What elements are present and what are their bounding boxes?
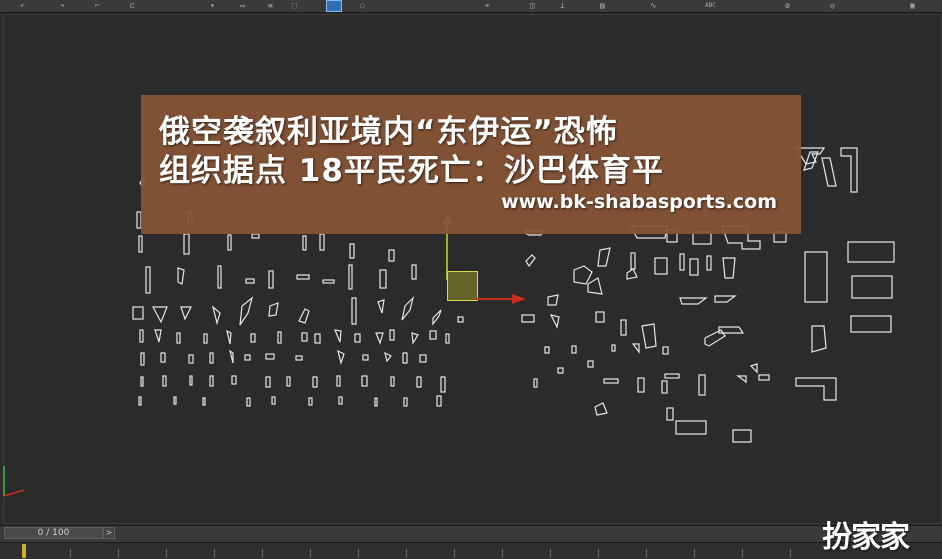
track-tick [550, 549, 551, 558]
gizmo-x-arrow-icon[interactable] [512, 294, 526, 304]
headline-line-2: 组织据点 18平民死亡：沙巴体育平 [159, 153, 664, 189]
track-tick [406, 549, 407, 558]
track-tick [742, 549, 743, 558]
track-tick [214, 549, 215, 558]
track-tick [70, 549, 71, 558]
track-tick [310, 549, 311, 558]
overlay-headline: 俄空袭叙利亚境内“东伊运”恐怖 组织据点 18平民死亡：沙巴体育平 [159, 113, 789, 191]
headline-line-1: 俄空袭叙利亚境内“东伊运”恐怖 [159, 114, 618, 150]
overlay-url: www.bk-shabasports.com [501, 191, 777, 213]
axis-tripod-icon [3, 466, 25, 497]
news-overlay-banner: 俄空袭叙利亚境内“东伊运”恐怖 组织据点 18平民死亡：沙巴体育平 www.bk… [141, 95, 801, 234]
track-tick [358, 549, 359, 558]
track-tick [646, 549, 647, 558]
track-tick [166, 549, 167, 558]
track-tick [502, 549, 503, 558]
current-frame-marker[interactable] [22, 544, 26, 558]
gizmo-x-axis[interactable] [476, 298, 514, 300]
site-watermark-logo: 扮家家 [822, 520, 910, 555]
gizmo-xy-plane-handle[interactable] [447, 271, 478, 301]
time-slider[interactable]: 0 / 100 [4, 527, 103, 539]
time-slider-bar [0, 525, 942, 542]
track-tick [262, 549, 263, 558]
next-frame-button[interactable]: > [103, 527, 115, 539]
track-tick [790, 549, 791, 558]
track-tick [118, 549, 119, 558]
track-tick [454, 549, 455, 558]
track-tick [694, 549, 695, 558]
track-tick [598, 549, 599, 558]
track-bar[interactable] [0, 542, 942, 559]
